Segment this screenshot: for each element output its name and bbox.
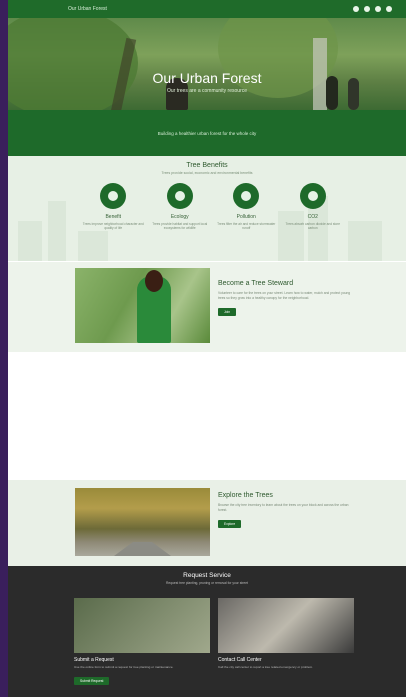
benefit-desc: Trees absorb carbon dioxide and store ca… <box>285 222 340 230</box>
benefit-item: CO2 Trees absorb carbon dioxide and stor… <box>282 183 344 230</box>
explore-button[interactable]: Explore <box>218 520 242 528</box>
leaf-icon <box>100 183 127 209</box>
benefit-desc: Trees provide habitat and support local … <box>152 222 208 230</box>
join-button[interactable]: Join <box>218 308 237 316</box>
service-card-image <box>218 598 354 653</box>
benefit-desc: Trees improve neighborhood character and… <box>82 222 144 230</box>
instagram-icon[interactable] <box>375 6 381 12</box>
youtube-icon[interactable] <box>386 6 392 12</box>
social-links <box>353 6 392 12</box>
benefit-name: CO2 <box>307 214 318 220</box>
hero-banner: Our Urban Forest Our trees are a communi… <box>8 18 406 110</box>
steward-title: Become a Tree Steward <box>218 280 294 287</box>
service-card-name[interactable]: Contact Call Center <box>218 657 354 663</box>
service-card: Submit a Request Use the online form to … <box>74 598 210 687</box>
service-subtitle: Request tree planting, pruning or remova… <box>166 581 248 585</box>
empty-section <box>8 352 406 480</box>
facebook-icon[interactable] <box>353 6 359 12</box>
benefit-item: Pollution Trees filter the air and reduc… <box>215 183 277 230</box>
hero-subtitle: Our trees are a community resource <box>166 88 248 94</box>
submit-request-button[interactable]: Submit Request <box>74 677 110 685</box>
benefit-name: Pollution <box>236 214 256 220</box>
service-card-desc: Call the city call center to report a tr… <box>218 665 314 669</box>
steward-section: Become a Tree Steward Volunteer to care … <box>8 262 406 352</box>
explore-title: Explore the Trees <box>218 492 273 499</box>
tree-icon <box>299 183 326 209</box>
steward-photo <box>75 268 210 343</box>
service-card-desc: Use the online form to submit a request … <box>74 665 174 669</box>
twitter-icon[interactable] <box>364 6 370 12</box>
mission-banner: Building a healthier urban forest for th… <box>8 110 406 156</box>
hero-title: Our Urban Forest <box>152 70 262 86</box>
tree-icon <box>166 183 193 209</box>
page: Our Urban Forest Our Urban Forest Our tr… <box>8 0 406 697</box>
benefits-title: Tree Benefits <box>186 162 228 169</box>
explore-photo <box>75 488 210 556</box>
benefit-desc: Trees filter the air and reduce stormwat… <box>217 222 276 230</box>
service-title: Request Service <box>183 572 231 579</box>
service-card-image <box>74 598 210 653</box>
benefits-section: Tree Benefits Trees provide social, econ… <box>8 156 406 261</box>
steward-body: Volunteer to care for the trees on your … <box>218 291 351 300</box>
explore-body: Browse the city tree inventory to learn … <box>218 503 349 512</box>
benefit-name: Benefit <box>105 214 122 220</box>
service-card: Contact Call Center Call the city call c… <box>218 598 354 687</box>
site-brand[interactable]: Our Urban Forest <box>68 6 107 12</box>
service-section: Request Service Request tree planting, p… <box>8 566 406 697</box>
explore-section: Explore the Trees Browse the city tree i… <box>8 480 406 566</box>
benefit-item: Benefit Trees improve neighborhood chara… <box>82 183 144 230</box>
service-card-name[interactable]: Submit a Request <box>74 657 210 663</box>
mission-text: Building a healthier urban forest for th… <box>157 130 257 136</box>
top-bar: Our Urban Forest <box>8 0 406 18</box>
cloud-icon <box>233 183 260 209</box>
benefit-name: Ecology <box>170 214 189 220</box>
benefit-item: Ecology Trees provide habitat and suppor… <box>149 183 211 230</box>
